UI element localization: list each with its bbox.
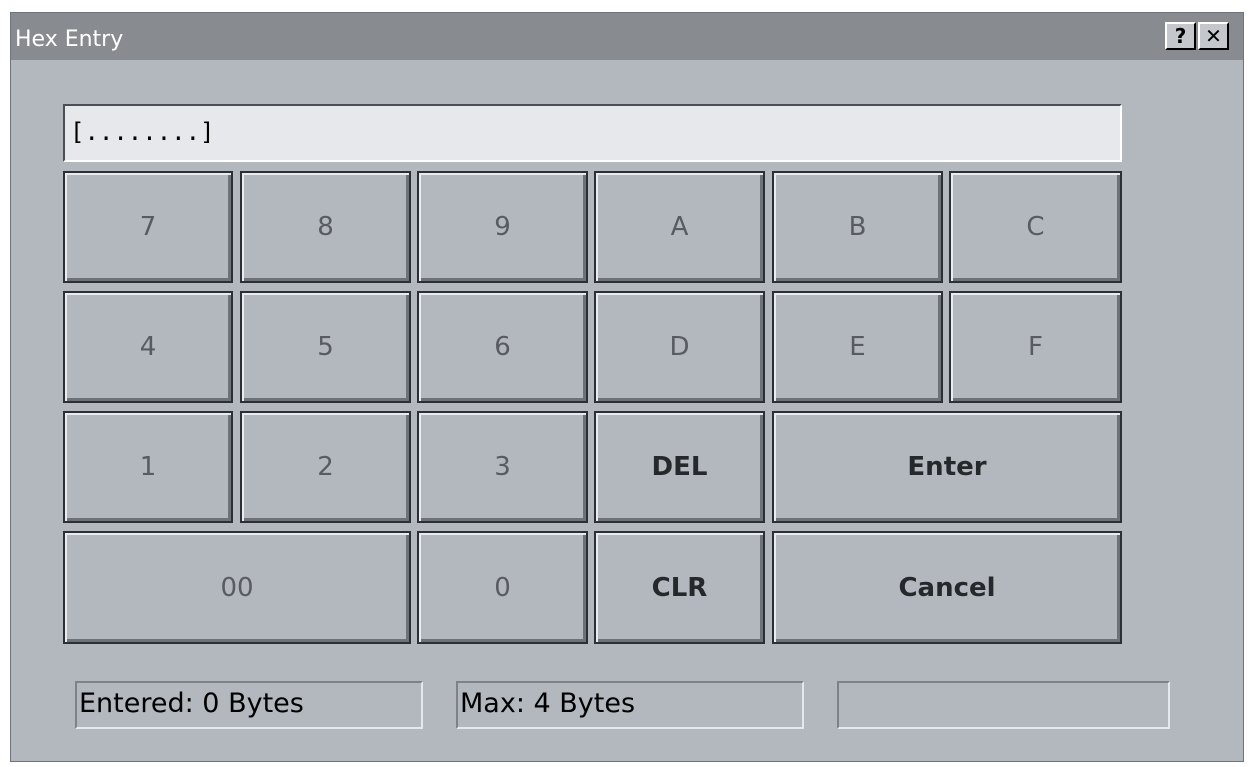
key-a[interactable]: A [594,171,765,283]
key-9[interactable]: 9 [417,171,588,283]
key-1[interactable]: 1 [63,411,233,523]
extra-status-field [837,681,1170,729]
delete-button[interactable]: DEL [594,411,765,523]
key-4[interactable]: 4 [63,291,233,403]
entered-bytes-status: Entered: 0 Bytes [75,681,423,729]
key-2[interactable]: 2 [240,411,411,523]
key-00[interactable]: 00 [63,531,411,644]
hex-input-display[interactable]: [........] [63,104,1122,162]
key-8[interactable]: 8 [240,171,411,283]
key-f[interactable]: F [949,291,1122,403]
hex-entry-dialog: Hex Entry ? ✕ [........] 7 8 9 A B C 4 5… [10,12,1244,762]
help-button[interactable]: ? [1165,22,1196,50]
key-0[interactable]: 0 [417,531,588,644]
key-e[interactable]: E [772,291,943,403]
title-bar[interactable]: Hex Entry ? ✕ [11,13,1243,60]
key-5[interactable]: 5 [240,291,411,403]
key-d[interactable]: D [594,291,765,403]
key-c[interactable]: C [949,171,1122,283]
key-3[interactable]: 3 [417,411,588,523]
key-b[interactable]: B [772,171,943,283]
key-7[interactable]: 7 [63,171,233,283]
key-6[interactable]: 6 [417,291,588,403]
max-bytes-status: Max: 4 Bytes [456,681,804,729]
cancel-button[interactable]: Cancel [772,531,1122,644]
enter-button[interactable]: Enter [772,411,1122,523]
window-title: Hex Entry [15,27,124,52]
close-button[interactable]: ✕ [1198,22,1229,50]
clear-button[interactable]: CLR [594,531,765,644]
